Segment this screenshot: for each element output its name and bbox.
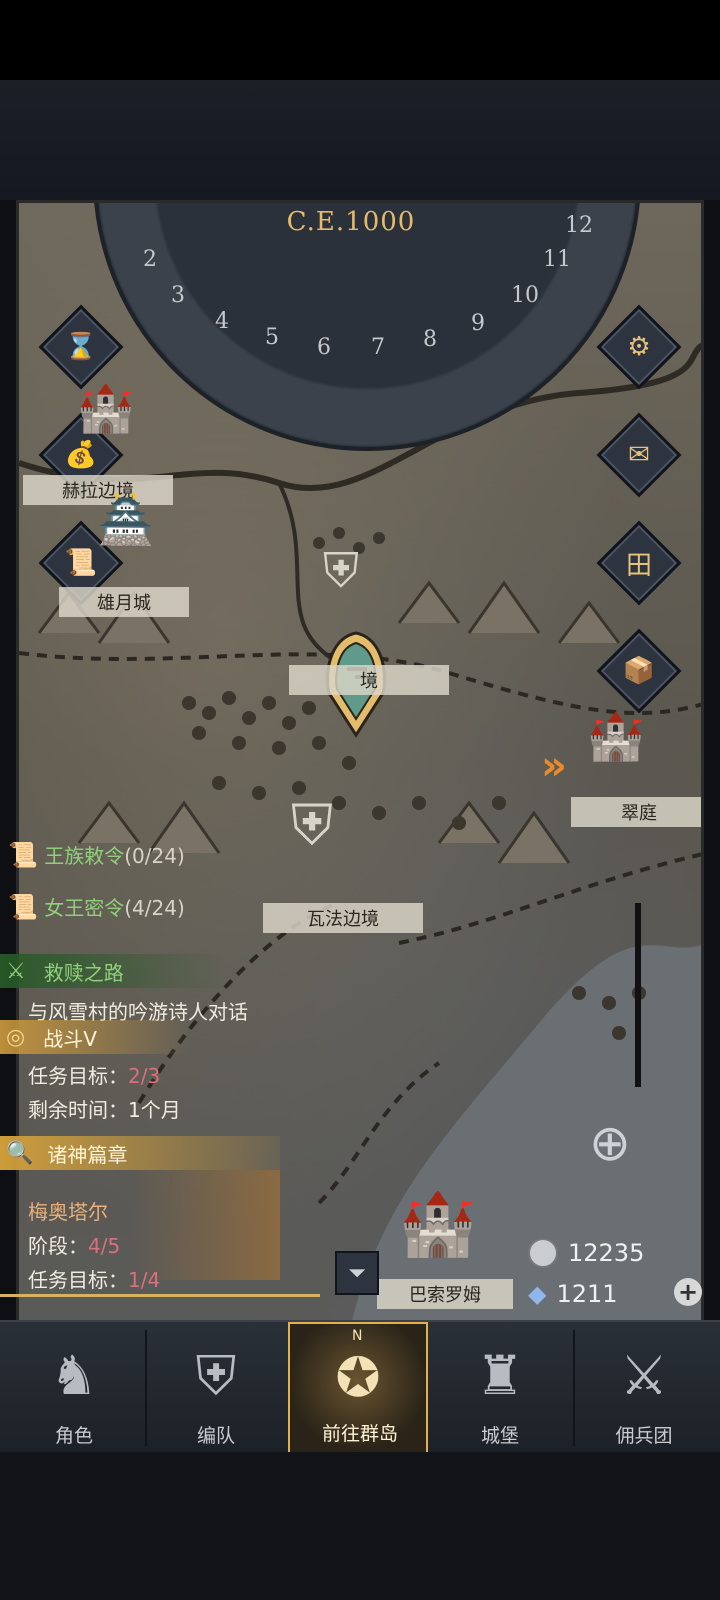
quest-name: 王族敕令 — [44, 844, 125, 868]
castle-icon: ♜ — [475, 1344, 525, 1407]
month-11: 11 — [543, 247, 571, 272]
place-label[interactable]: 境 — [289, 665, 449, 695]
label: 任务目标： — [28, 1268, 128, 1292]
castle-icon[interactable]: 🏰 — [399, 1193, 476, 1255]
collapse-quests-button[interactable]: ⏷ — [335, 1251, 379, 1295]
nav-team[interactable]: ⛨ 编队 — [146, 1322, 286, 1454]
quest-progress: (0/24) — [124, 844, 185, 868]
castle-icon[interactable]: 🏰 — [77, 385, 134, 431]
search-icon: 🔍 — [6, 1140, 34, 1166]
month-8: 8 — [423, 327, 437, 352]
value: 4/5 — [88, 1234, 121, 1258]
gear-icon: ⚙ — [627, 332, 651, 362]
silver-amount: 12235 — [568, 1239, 645, 1267]
resource-crystal: ◆ 1211 — [528, 1280, 618, 1308]
silver-coin-icon — [528, 1238, 558, 1268]
status-bar-area — [0, 0, 720, 80]
fortress-icon[interactable]: ⛨ — [291, 793, 333, 859]
swords-icon: ⚔ — [6, 958, 26, 984]
nav-islands[interactable]: N ✪ 前往群岛 — [288, 1322, 428, 1454]
quest-battle[interactable]: ◎ 战斗V — [0, 1020, 190, 1054]
chevron-down-icon: ⏷ — [348, 1260, 366, 1286]
header-band — [0, 80, 720, 200]
nav-mercenary[interactable]: ⚔ 佣兵团 — [574, 1322, 714, 1454]
quest-panel-underline — [0, 1294, 320, 1297]
mail-icon: ✉ — [628, 440, 650, 470]
target-icon: ◎ — [6, 1024, 26, 1050]
quest-royal-edict[interactable]: 📜 王族敕令(0/24) — [8, 840, 185, 869]
compass-icon: ✪ — [335, 1346, 381, 1409]
nav-label: 前往群岛 — [321, 1423, 398, 1445]
sword-icon: ⚔ — [619, 1344, 669, 1407]
recenter-button[interactable]: ⊕ — [555, 1113, 665, 1173]
place-label[interactable]: 巴索罗姆 — [377, 1279, 513, 1309]
value: 2/3 — [128, 1064, 161, 1088]
quest-target: 任务目标：1/4 — [28, 1264, 160, 1293]
scroll-icon: 📜 — [8, 893, 38, 921]
quest-time: 剩余时间：1个月 — [28, 1094, 181, 1123]
quest-queen-order[interactable]: 📜 女王密令(4/24) — [8, 892, 185, 921]
quest-progress: (4/24) — [124, 896, 185, 920]
month-9: 9 — [471, 311, 485, 336]
quest-name: 女王密令 — [44, 896, 125, 920]
month-2: 2 — [143, 247, 157, 272]
plus-icon: + — [677, 1278, 699, 1306]
bottom-nav: ♞ 角色 ⛨ 编队 N ✪ 前往群岛 ♜ 城堡 ⚔ 佣兵团 — [0, 1320, 720, 1454]
value: 1/4 — [128, 1268, 161, 1292]
nav-label: 佣兵团 — [615, 1425, 673, 1447]
add-resource-button[interactable]: + — [674, 1278, 702, 1306]
resource-silver: 12235 — [528, 1238, 644, 1268]
month-6: 6 — [317, 335, 331, 360]
fortress-icon[interactable]: ⛨ — [323, 543, 359, 600]
month-7: 7 — [371, 335, 385, 360]
scroll-bracket — [635, 903, 641, 1087]
hourglass-icon: ⌛ — [64, 332, 98, 362]
quest-title: 救赎之路 — [43, 960, 124, 985]
label: 任务目标： — [28, 1064, 128, 1088]
calendar-year: C.E.1000 — [286, 207, 416, 237]
map-frame-icon: 田 — [625, 550, 652, 581]
castle-icon[interactable]: 🏯 — [97, 497, 154, 543]
month-12: 12 — [565, 213, 593, 238]
nav-label: 角色 — [54, 1425, 93, 1447]
quest-gods[interactable]: 🔍 诸神篇章 — [0, 1136, 280, 1170]
value: 1个月 — [128, 1098, 181, 1122]
quest-title: 战斗V — [43, 1026, 97, 1051]
month-4: 4 — [215, 309, 229, 334]
castle-icon[interactable]: 🏰 — [587, 713, 644, 759]
month-10: 10 — [511, 283, 539, 308]
money-bag-icon: 💰 — [64, 440, 98, 470]
bottom-band — [0, 1452, 720, 1600]
nav-role[interactable]: ♞ 角色 — [4, 1322, 144, 1454]
knight-icon: ♞ — [49, 1344, 99, 1407]
nav-label: 编队 — [196, 1425, 235, 1447]
quest-redemption[interactable]: ⚔ 救赎之路 — [0, 954, 230, 988]
quest-stage: 阶段：4/5 — [28, 1230, 120, 1259]
crosshair-icon: ⊕ — [589, 1114, 631, 1172]
quest-target: 任务目标：2/3 — [28, 1060, 160, 1089]
crystal-amount: 1211 — [556, 1280, 618, 1308]
place-label[interactable]: 瓦法边境 — [263, 903, 423, 933]
arrow-icon[interactable]: » — [541, 743, 567, 789]
label: 阶段： — [28, 1234, 88, 1258]
compass-letter: N — [352, 1328, 363, 1344]
month-5: 5 — [265, 325, 279, 350]
supplies-icon: 📦 — [622, 656, 656, 686]
crystal-icon: ◆ — [528, 1280, 547, 1308]
quest-title: 诸神篇章 — [47, 1142, 128, 1167]
nav-label: 城堡 — [480, 1425, 519, 1447]
npc-name: 梅奥塔尔 — [28, 1200, 108, 1224]
nav-castle[interactable]: ♜ 城堡 — [430, 1322, 570, 1454]
helmet-icon: ⛨ — [195, 1344, 237, 1407]
place-label[interactable]: 翠庭 — [571, 797, 701, 827]
month-3: 3 — [171, 283, 185, 308]
label: 剩余时间： — [28, 1098, 128, 1122]
scroll-icon: 📜 — [8, 841, 38, 869]
place-label[interactable]: 雄月城 — [59, 587, 189, 617]
